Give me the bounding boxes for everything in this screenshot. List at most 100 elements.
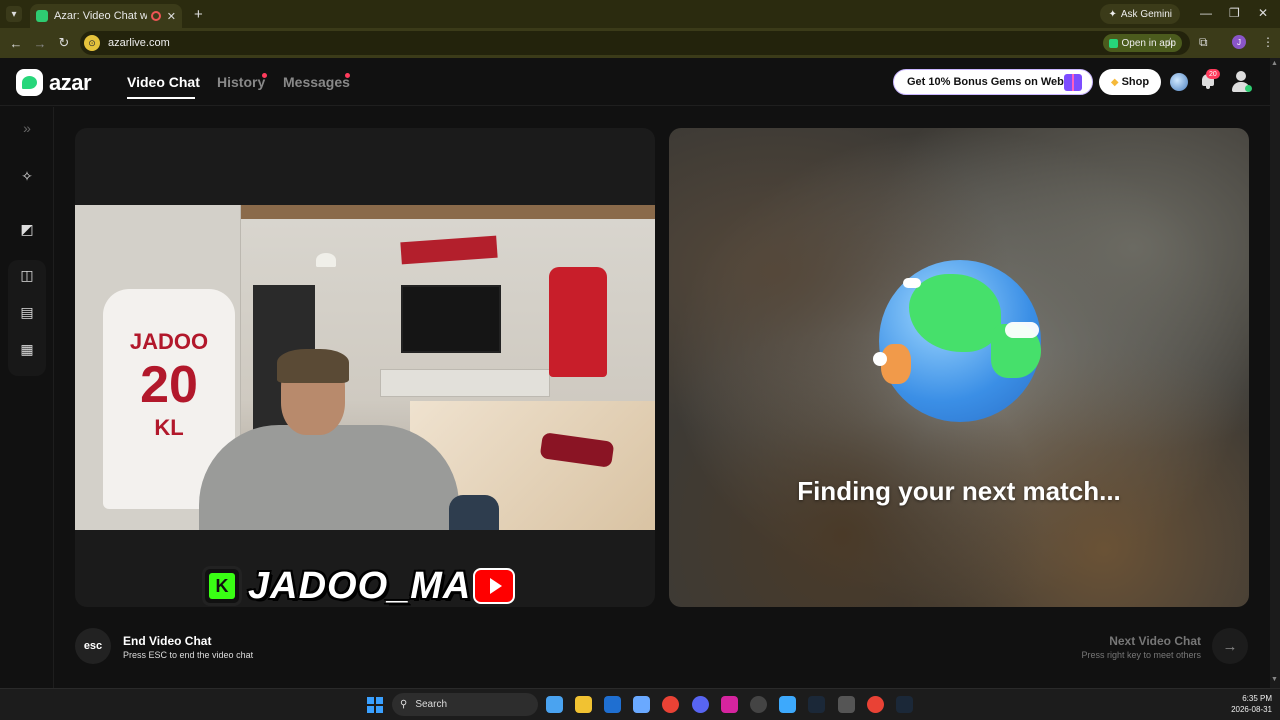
bookmark-star-icon[interactable]: ☆ [1165, 35, 1176, 49]
camera-lamp [316, 253, 336, 267]
camera-person-hair [277, 349, 349, 383]
gallery-app-icon[interactable] [546, 696, 563, 713]
shirt-initials: KL [154, 415, 184, 440]
camera-tv [401, 285, 501, 353]
kick-k: K [209, 573, 235, 599]
shop-button[interactable]: ◆ Shop [1099, 69, 1161, 95]
reload-icon[interactable]: ↻ [56, 35, 72, 51]
azar-app: azar Video Chat History Messages Get 10%… [0, 58, 1270, 688]
logo-text: azar [49, 69, 92, 95]
gift-icon [1064, 74, 1082, 91]
nav-messages[interactable]: Messages [283, 74, 350, 90]
chatgpt-icon[interactable] [750, 696, 767, 713]
forward-icon[interactable]: → [32, 36, 48, 51]
camera-scarf [400, 235, 498, 265]
chrome-active-icon[interactable] [867, 696, 884, 713]
layout-side-by-side-icon[interactable]: ◫ [12, 260, 42, 290]
next-video-chat-title: Next Video Chat [1109, 634, 1201, 648]
my-camera-feed: JADOO 20 KL [75, 205, 655, 530]
nav-video-chat[interactable]: Video Chat [127, 74, 200, 90]
shirt-name: JADOO [129, 329, 209, 354]
instagram-icon[interactable] [721, 696, 738, 713]
chrome-icon[interactable] [662, 696, 679, 713]
extensions-icon[interactable]: ⧉ [1199, 35, 1208, 50]
outlook-icon[interactable] [604, 696, 621, 713]
ask-gemini-button[interactable]: ✦ Ask Gemini [1100, 4, 1180, 24]
gemini-sparkle-icon: ✦ [1108, 8, 1117, 20]
steam-icon[interactable] [808, 696, 825, 713]
my-camera-panel: JADOO 20 KL K JADOO_MA [75, 128, 655, 607]
browser-tab-bar: ▾ Azar: Video Chat with New ✕ + [0, 0, 1280, 28]
taskbar-search-label: Search [415, 699, 448, 710]
nav-history[interactable]: History [217, 74, 265, 90]
page-scrollbar[interactable] [1270, 58, 1280, 688]
magic-wand-icon[interactable]: ✧ [12, 161, 42, 191]
tab-search-icon[interactable]: ▾ [6, 6, 22, 22]
globe-icon [873, 260, 1041, 422]
expand-sidebar-icon[interactable]: » [12, 113, 42, 143]
end-video-chat-title: End Video Chat [123, 634, 212, 648]
user-avatar-icon[interactable] [1230, 70, 1252, 92]
windows-start-icon[interactable] [367, 697, 383, 713]
scroll-down-icon[interactable]: ▼ [1271, 676, 1278, 683]
azar-logo[interactable]: azar [16, 69, 92, 96]
steam-active-icon[interactable] [896, 696, 913, 713]
notifications-badge: 20 [1206, 69, 1220, 79]
site-info-icon[interactable]: ⊙ [84, 35, 100, 51]
browser-toolbar: ← → ↻ ⊙ azarlive.com Open in app ☆ ⧉ ⋮ [0, 28, 1280, 58]
url-text: azarlive.com [108, 37, 170, 49]
tab-close-icon[interactable]: ✕ [167, 10, 176, 23]
next-video-chat-button[interactable]: → [1212, 628, 1248, 664]
arrow-right-icon: → [1222, 637, 1238, 655]
browser-menu-icon[interactable]: ⋮ [1262, 35, 1274, 49]
active-nav-underline [127, 97, 195, 99]
messages-new-dot [345, 73, 350, 78]
kick-logo-icon: K [202, 566, 242, 606]
minimize-icon[interactable]: — [1200, 6, 1212, 20]
camera-red-jersey [549, 267, 607, 377]
azar-favicon-icon [36, 10, 48, 22]
taskbar-search[interactable]: ⚲ Search [392, 693, 538, 716]
azar-logo-icon [16, 69, 43, 96]
streamer-overlay: K JADOO_MA [202, 565, 516, 607]
shirt-lettering: JADOO 20 KL [103, 331, 235, 439]
camera-ceiling [241, 205, 655, 219]
shop-label: Shop [1121, 76, 1150, 88]
close-window-icon[interactable]: ✕ [1258, 6, 1268, 20]
partner-video-panel: Finding your next match... [669, 128, 1249, 607]
layout-grid-icon[interactable]: ▦ [12, 334, 42, 364]
shirt-number: 20 [140, 356, 198, 414]
recording-icon [150, 11, 161, 21]
clock-time: 6:35 PM [1242, 694, 1272, 703]
layout-stacked-icon[interactable]: ▤ [12, 297, 42, 327]
file-explorer-icon[interactable] [575, 696, 592, 713]
address-bar[interactable]: ⊙ azarlive.com Open in app [80, 31, 1190, 55]
sticker-icon[interactable]: ◩ [12, 214, 42, 244]
windows-taskbar: ⚲ Search 6:35 PM 2026-08-31 [0, 688, 1280, 720]
camera-mug [449, 495, 499, 530]
history-new-dot [262, 73, 267, 78]
gems-balance-icon[interactable] [1170, 73, 1188, 91]
browser-profile-avatar[interactable]: J [1232, 35, 1246, 49]
left-sidebar: » ✧ ◩ ◫ ▤ ▦ [0, 107, 54, 688]
bonus-gems-button[interactable]: Get 10% Bonus Gems on Web! [893, 69, 1093, 95]
new-tab-icon[interactable]: + [194, 6, 203, 23]
end-video-chat-button[interactable]: esc [75, 628, 111, 664]
camera-person-body [199, 425, 459, 530]
camera-desk [380, 369, 550, 397]
clock-date: 2026-08-31 [1231, 705, 1272, 714]
back-icon[interactable]: ← [8, 36, 24, 51]
cloud-app-icon[interactable] [779, 696, 796, 713]
ask-gemini-label: Ask Gemini [1120, 8, 1172, 20]
tab-title: Azar: Video Chat with New [54, 10, 147, 22]
scroll-up-icon[interactable]: ▲ [1271, 60, 1278, 67]
discord-icon[interactable] [692, 696, 709, 713]
store-icon[interactable] [633, 696, 650, 713]
system-clock[interactable]: 6:35 PM 2026-08-31 [1231, 693, 1272, 715]
finding-match-status: Finding your next match... [797, 476, 1121, 506]
browser-tab[interactable]: Azar: Video Chat with New ✕ [30, 4, 182, 28]
capcut-icon[interactable] [838, 696, 855, 713]
maximize-icon[interactable]: ❐ [1229, 6, 1240, 20]
app-icon [1108, 38, 1118, 48]
search-icon: ⚲ [400, 699, 408, 710]
